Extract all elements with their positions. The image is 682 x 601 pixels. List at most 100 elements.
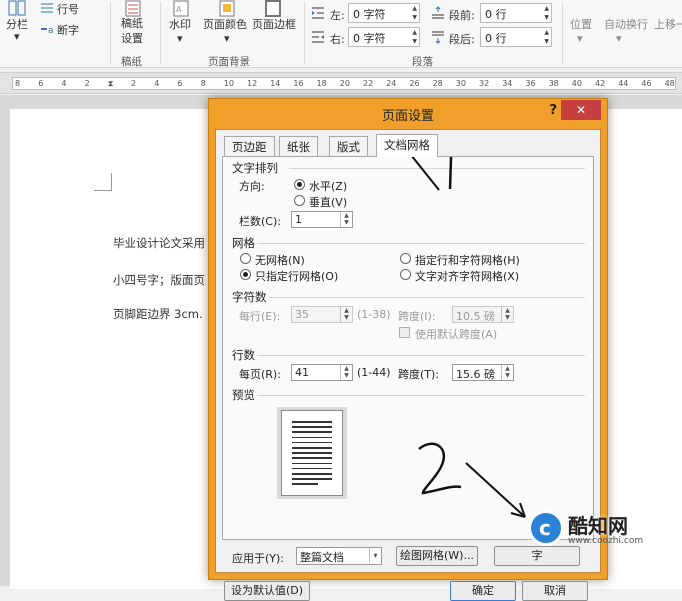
manuscript-group-label: 稿纸 bbox=[121, 56, 142, 68]
lines-per-page-range: (1-44) bbox=[357, 366, 391, 379]
columns-label: 栏数(C): bbox=[239, 215, 281, 228]
paragraph-group-label: 段落 bbox=[412, 56, 433, 68]
vertical-radio[interactable] bbox=[294, 195, 305, 206]
watermark-dropdown-arrow[interactable]: ▾ bbox=[177, 32, 183, 45]
ribbon-separator bbox=[160, 2, 161, 64]
align-to-char-grid-label[interactable]: 文字对齐字符网格(X) bbox=[415, 268, 519, 284]
char-and-line-grid-label[interactable]: 指定行和字符网格(H) bbox=[415, 252, 520, 268]
horizontal-radio[interactable] bbox=[294, 179, 305, 190]
position-dropdown-arrow[interactable]: ▾ bbox=[577, 32, 583, 45]
align-to-char-grid-radio[interactable] bbox=[400, 269, 411, 280]
section-divider bbox=[289, 168, 585, 169]
ruler-number: 34 bbox=[502, 79, 513, 88]
preview-text-line bbox=[292, 441, 332, 444]
columns-dropdown-arrow[interactable]: ▾ bbox=[14, 30, 20, 43]
ruler-number: 38 bbox=[548, 79, 559, 88]
draw-grid-button[interactable]: 绘图网格(W)... bbox=[396, 546, 478, 566]
preview-text-line bbox=[292, 462, 332, 465]
section-divider bbox=[257, 395, 585, 396]
preview-text-line bbox=[292, 436, 332, 439]
preview-text-line bbox=[292, 473, 332, 475]
page-background-group-label: 页面背景 bbox=[208, 56, 250, 68]
svg-text:A: A bbox=[176, 5, 182, 14]
auto-wrap-button[interactable]: 自动换行 bbox=[604, 16, 648, 32]
spacing-after-label: 段后: bbox=[449, 33, 475, 46]
page-color-button[interactable]: 页面颜色 bbox=[203, 16, 247, 32]
preview-text-line bbox=[292, 457, 332, 459]
watermark-button[interactable]: 水印 bbox=[169, 16, 191, 32]
page-color-dropdown-arrow[interactable]: ▾ bbox=[224, 32, 230, 45]
cancel-button[interactable]: 取消 bbox=[522, 581, 588, 601]
grid-title: 网格 bbox=[232, 236, 255, 250]
no-grid-radio[interactable] bbox=[240, 253, 251, 264]
line-grid-only-radio[interactable] bbox=[240, 269, 251, 280]
position-button[interactable]: 位置 bbox=[570, 16, 592, 32]
ruler-number: 36 bbox=[525, 79, 536, 88]
preview-text-line bbox=[292, 421, 332, 423]
manuscript-settings-button[interactable]: 稿纸 设置 bbox=[121, 16, 143, 46]
lines-per-page-label: 每页(R): bbox=[239, 368, 281, 381]
line-numbers-button[interactable]: 行号 bbox=[57, 1, 79, 17]
spacing-after-input[interactable]: 0 行 ▲ ▼ bbox=[480, 27, 552, 47]
ribbon-separator bbox=[110, 2, 111, 64]
preview-text-line bbox=[292, 483, 318, 485]
use-default-pitch-checkbox[interactable] bbox=[399, 327, 410, 338]
spacing-before-input[interactable]: 0 行 ▲ ▼ bbox=[480, 3, 552, 23]
annotation-arrow-2 bbox=[465, 462, 526, 518]
vertical-radio-label[interactable]: 垂直(V) bbox=[309, 194, 347, 210]
watermark-logo-icon: c bbox=[528, 510, 564, 546]
indent-right-label: 右: bbox=[330, 33, 345, 46]
close-icon: ✕ bbox=[575, 103, 587, 117]
help-button[interactable]: ? bbox=[549, 103, 557, 118]
use-default-pitch-label[interactable]: 使用默认跨度(A) bbox=[415, 326, 497, 342]
hyphenation-button[interactable]: 断字 bbox=[57, 22, 79, 38]
horizontal-radio-label[interactable]: 水平(Z) bbox=[309, 178, 347, 194]
ruler-number: 2 bbox=[131, 79, 137, 88]
spacing-before-label: 段前: bbox=[449, 9, 475, 22]
char-and-line-grid-radio[interactable] bbox=[400, 253, 411, 264]
hyphenation-icon: a bbox=[41, 26, 54, 35]
ruler-number: 18 bbox=[316, 79, 327, 88]
ruler-number: 24 bbox=[386, 79, 397, 88]
spacing-before-icon bbox=[432, 6, 444, 19]
chars-per-line-label: 每行(E): bbox=[239, 310, 281, 323]
line-grid-only-label[interactable]: 只指定行网格(O) bbox=[255, 268, 338, 284]
tab-document-grid[interactable]: 文档网格 bbox=[376, 134, 438, 157]
page-preview bbox=[277, 407, 347, 499]
document-text-line: 小四号字；版面页 bbox=[113, 273, 205, 287]
ok-button[interactable]: 确定 bbox=[450, 581, 516, 601]
indent-right-input[interactable]: 0 字符 ▲ ▼ bbox=[348, 27, 420, 47]
characters-title: 字符数 bbox=[232, 290, 267, 304]
char-pitch-label: 跨度(I): bbox=[398, 310, 436, 323]
section-divider bbox=[257, 355, 585, 356]
ruler-number: 2 bbox=[84, 79, 90, 88]
line-pitch-label: 跨度(T): bbox=[398, 368, 440, 381]
lines-per-page-input[interactable]: 41 ▲ ▼ bbox=[291, 364, 353, 381]
apply-to-select[interactable]: 整篇文档 ▾ bbox=[296, 547, 382, 565]
columns-input[interactable]: 1 ▲ ▼ bbox=[291, 211, 353, 228]
watermark-title: 酷知网 bbox=[568, 514, 628, 538]
auto-wrap-dropdown-arrow[interactable]: ▾ bbox=[616, 32, 622, 45]
annotation-stroke-1 bbox=[448, 157, 453, 190]
ruler-number: 40 bbox=[571, 79, 582, 88]
indent-left-input[interactable]: 0 字符 ▲ ▼ bbox=[348, 3, 420, 23]
ribbon-separator bbox=[304, 2, 305, 64]
tab-paper[interactable]: 纸张 bbox=[279, 136, 318, 156]
line-pitch-input[interactable]: 15.6 磅 ▲ ▼ bbox=[452, 364, 514, 381]
chars-per-line-input[interactable]: 35 ▲ ▼ bbox=[291, 306, 353, 323]
bring-forward-button[interactable]: 上移一 bbox=[654, 16, 682, 32]
site-watermark: c 酷知网 www.coozhi.com bbox=[528, 506, 678, 554]
ruler-number: 10 bbox=[223, 79, 234, 88]
no-grid-label[interactable]: 无网格(N) bbox=[255, 252, 305, 268]
set-default-button[interactable]: 设为默认值(D) bbox=[224, 581, 310, 601]
lines-title: 行数 bbox=[232, 348, 255, 362]
document-text-line: 毕业设计论文采用 bbox=[113, 236, 205, 250]
tab-layout[interactable]: 版式 bbox=[329, 136, 368, 156]
close-button[interactable]: ✕ bbox=[561, 100, 601, 120]
ruler-scale[interactable]: 8 6 4 2 ⧗ 2 4 6 8 10 12 14 16 18 20 22 24 26 28 30 32 34 36 38 4… bbox=[12, 77, 676, 90]
page-border-button[interactable]: 页面边框 bbox=[252, 16, 296, 32]
watermark-url: www.coozhi.com bbox=[568, 536, 644, 546]
tab-margins[interactable]: 页边距 bbox=[224, 136, 275, 156]
char-pitch-input[interactable]: 10.5 磅 ▲ ▼ bbox=[452, 306, 514, 323]
ruler-number: 22 bbox=[363, 79, 374, 88]
